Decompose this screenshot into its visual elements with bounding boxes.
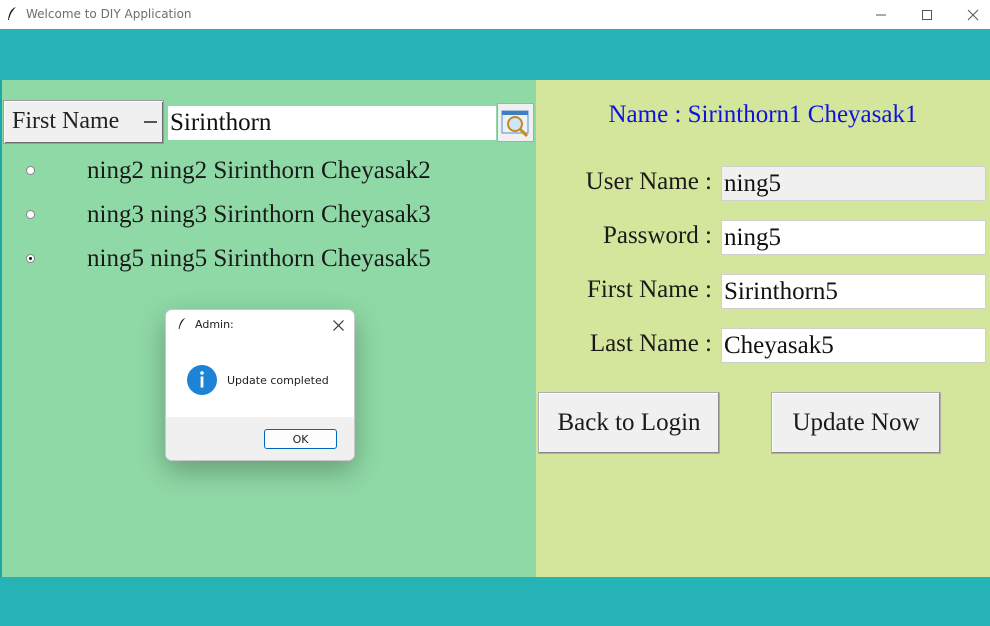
radio-button[interactable] (26, 166, 35, 175)
result-item[interactable]: ning5 ning5 Sirinthorn Cheyasak5 (0, 245, 530, 275)
password-field[interactable] (721, 220, 986, 255)
result-label: ning2 ning2 Sirinthorn Cheyasak2 (87, 157, 431, 184)
password-label: Password : (602, 222, 712, 249)
dialog-title: Admin: (195, 318, 234, 331)
dropdown-indicator-icon (144, 121, 157, 123)
magnifier-icon (501, 110, 528, 137)
update-now-button[interactable]: Update Now (771, 392, 941, 454)
search-button[interactable] (497, 103, 534, 142)
ok-button[interactable]: OK (264, 429, 337, 449)
feather-app-icon (8, 6, 17, 20)
result-item[interactable]: ning2 ning2 Sirinthorn Cheyasak2 (0, 157, 530, 187)
dropdown-selected-label: First Name (12, 108, 120, 134)
close-button[interactable] (950, 0, 990, 29)
close-icon (332, 319, 344, 331)
maximize-button[interactable] (904, 0, 950, 29)
radio-button-selected[interactable] (26, 254, 35, 263)
profile-heading: Name : Sirinthorn1 Cheyasak1 (608, 101, 918, 128)
dialog-footer: OK (166, 417, 354, 460)
window-title: Welcome to DIY Application (26, 7, 192, 21)
maximize-icon (922, 9, 932, 20)
firstname-field[interactable] (721, 274, 986, 309)
bottom-band (0, 577, 990, 626)
minimize-icon (876, 14, 886, 15)
lastname-field[interactable] (721, 328, 986, 363)
message-dialog: Admin: Update completed OK (165, 309, 355, 461)
title-bar: Welcome to DIY Application (0, 0, 990, 30)
radio-dot (29, 257, 32, 260)
result-label: ning5 ning5 Sirinthorn Cheyasak5 (87, 245, 431, 272)
result-label: ning3 ning3 Sirinthorn Cheyasak3 (87, 201, 431, 228)
username-field[interactable] (721, 166, 986, 201)
top-band (0, 29, 990, 80)
back-to-login-button[interactable]: Back to Login (538, 392, 720, 454)
result-item[interactable]: ning3 ning3 Sirinthorn Cheyasak3 (0, 201, 530, 231)
dialog-message: Update completed (227, 374, 329, 387)
search-field-dropdown[interactable]: First Name (3, 100, 164, 144)
username-label: User Name : (585, 168, 712, 195)
search-input[interactable] (168, 106, 496, 140)
feather-app-icon (178, 318, 186, 329)
radio-button[interactable] (26, 210, 35, 219)
firstname-label: First Name : (587, 276, 712, 303)
close-icon (967, 9, 979, 20)
minimize-button[interactable] (858, 0, 904, 29)
lastname-label: Last Name : (589, 330, 712, 357)
info-icon (187, 365, 217, 395)
dialog-close-button[interactable] (326, 314, 350, 336)
